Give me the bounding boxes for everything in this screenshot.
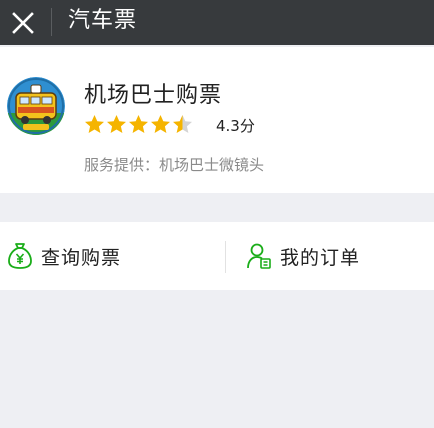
star-icon — [85, 114, 104, 133]
bus-logo — [7, 77, 65, 135]
header-divider — [51, 8, 52, 36]
rating-stars — [84, 113, 194, 135]
page-title: 汽车票 — [68, 8, 138, 33]
star-icon — [173, 114, 192, 133]
app-info-card: 机场巴士购票 4.3分 服务提供：机场巴士微镜头 — [0, 47, 434, 193]
action-bar: 查询购票 我的订单 — [0, 222, 434, 290]
top-bar: 汽车票 — [0, 0, 434, 45]
rating-score: 4.3分 — [216, 117, 255, 135]
my-orders-label: 我的订单 — [280, 246, 361, 269]
query-buy-button[interactable]: 查询购票 — [7, 222, 121, 290]
action-divider — [225, 241, 226, 273]
star-icon — [151, 114, 170, 133]
star-icon — [129, 114, 148, 133]
star-icon — [107, 114, 126, 133]
user-order-icon — [247, 243, 271, 269]
service-provider: 服务提供：机场巴士微镜头 — [84, 156, 265, 174]
money-bag-icon — [8, 243, 32, 269]
my-orders-button[interactable]: 我的订单 — [246, 222, 360, 290]
close-button[interactable] — [0, 0, 46, 45]
close-icon — [12, 11, 34, 34]
app-name: 机场巴士购票 — [84, 83, 223, 108]
query-buy-label: 查询购票 — [41, 246, 122, 269]
